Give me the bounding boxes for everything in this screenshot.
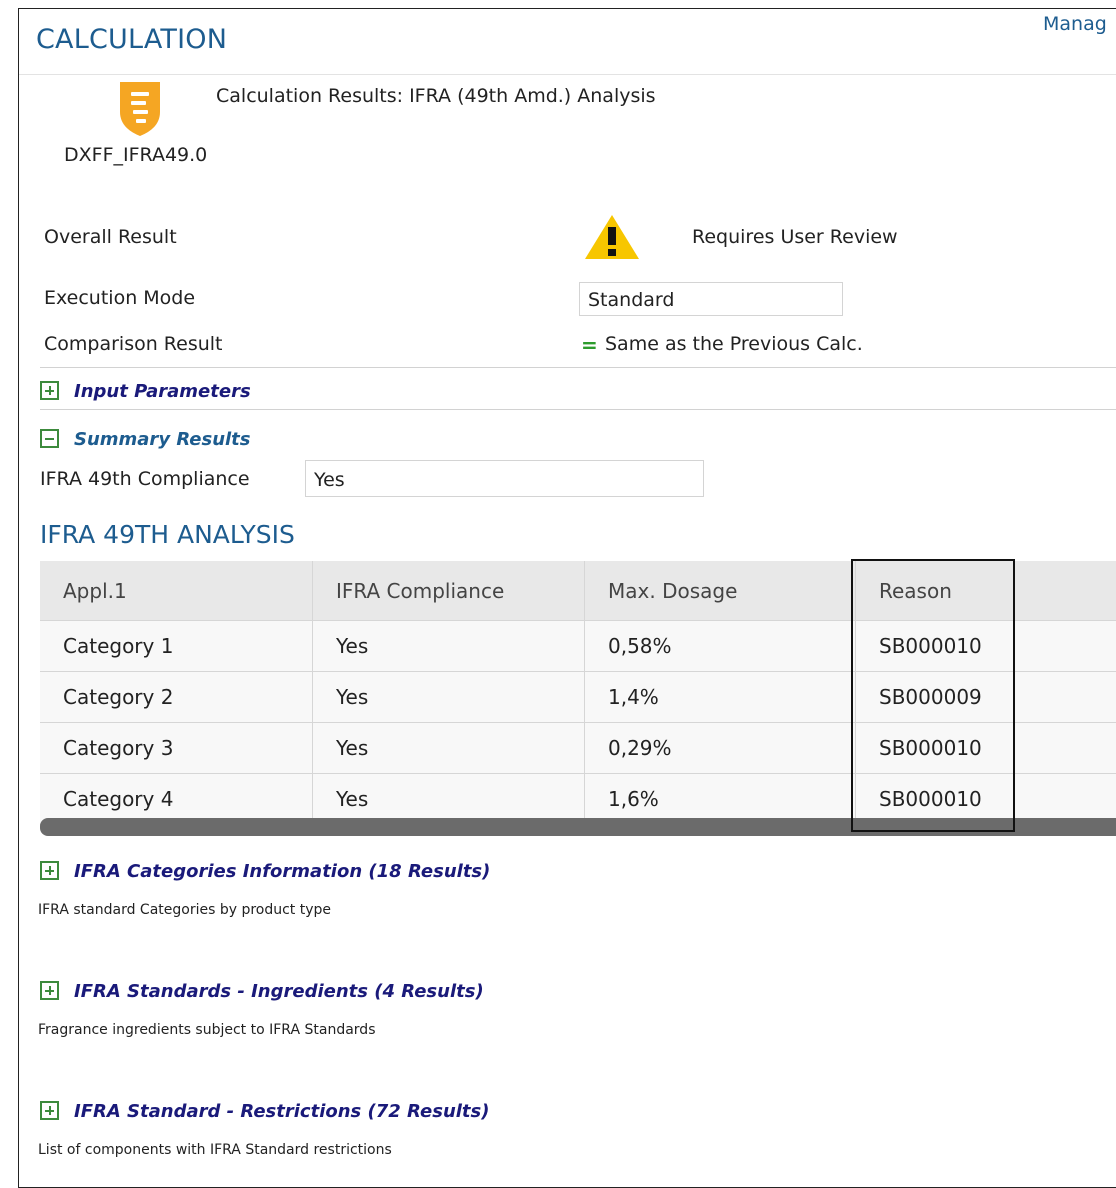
shield-icon [120,82,160,136]
ifra-ingredients-title[interactable]: IFRA Standards - Ingredients (4 Results) [74,981,484,1002]
ifra-ingredients-description: Fragrance ingredients subject to IFRA St… [38,1022,376,1038]
expand-ifra-categories-button[interactable] [40,861,59,880]
cell-appl: Category 1 [40,621,313,671]
column-header-max-dosage[interactable]: Max. Dosage [585,561,856,620]
warning-icon [585,215,639,259]
ifra-categories-description: IFRA standard Categories by product type [38,902,332,918]
ifra-compliance-label: IFRA 49th Compliance [40,468,250,490]
execution-mode-field[interactable]: Standard [579,282,843,316]
ifra-compliance-field[interactable]: Yes [305,460,704,497]
manage-link[interactable]: Manag [1043,13,1107,35]
expand-ifra-ingredients-button[interactable] [40,981,59,1000]
column-header-ifra-compliance[interactable]: IFRA Compliance [313,561,585,620]
page-title: CALCULATION [36,24,228,55]
cell-appl: Category 4 [40,774,313,824]
summary-results-title[interactable]: Summary Results [74,429,251,450]
ifra-restrictions-title[interactable]: IFRA Standard - Restrictions (72 Results… [74,1101,489,1122]
column-header-appl[interactable]: Appl.1 [40,561,313,620]
expand-input-parameters-button[interactable] [40,381,59,400]
header-divider [19,74,1116,75]
input-parameters-title[interactable]: Input Parameters [74,381,251,402]
equal-icon: = [581,333,598,357]
ifra-restrictions-description: List of components with IFRA Standard re… [38,1142,392,1158]
execution-mode-label: Execution Mode [44,287,196,309]
comparison-result-label: Comparison Result [44,333,223,355]
collapse-summary-results-button[interactable] [40,429,59,448]
comparison-result-value: Same as the Previous Calc. [605,333,863,355]
cell-max-dosage: 1,6% [585,774,856,824]
calc-code: DXFF_IFRA49.0 [64,144,208,166]
cell-ifra-compliance: Yes [313,723,585,773]
cell-max-dosage: 1,4% [585,672,856,722]
cell-ifra-compliance: Yes [313,621,585,671]
cell-max-dosage: 0,29% [585,723,856,773]
divider [40,409,1116,410]
cell-appl: Category 2 [40,672,313,722]
divider [40,367,1116,368]
ifra-categories-title[interactable]: IFRA Categories Information (18 Results) [74,861,490,882]
overall-result-label: Overall Result [44,226,177,248]
overall-result-status: Requires User Review [692,226,898,248]
cell-max-dosage: 0,58% [585,621,856,671]
calc-results-title: Calculation Results: IFRA (49th Amd.) An… [216,85,656,107]
cell-ifra-compliance: Yes [313,774,585,824]
cell-appl: Category 3 [40,723,313,773]
cell-ifra-compliance: Yes [313,672,585,722]
reason-column-highlight [851,559,1015,832]
expand-ifra-restrictions-button[interactable] [40,1101,59,1120]
analysis-title: IFRA 49TH ANALYSIS [40,520,295,549]
